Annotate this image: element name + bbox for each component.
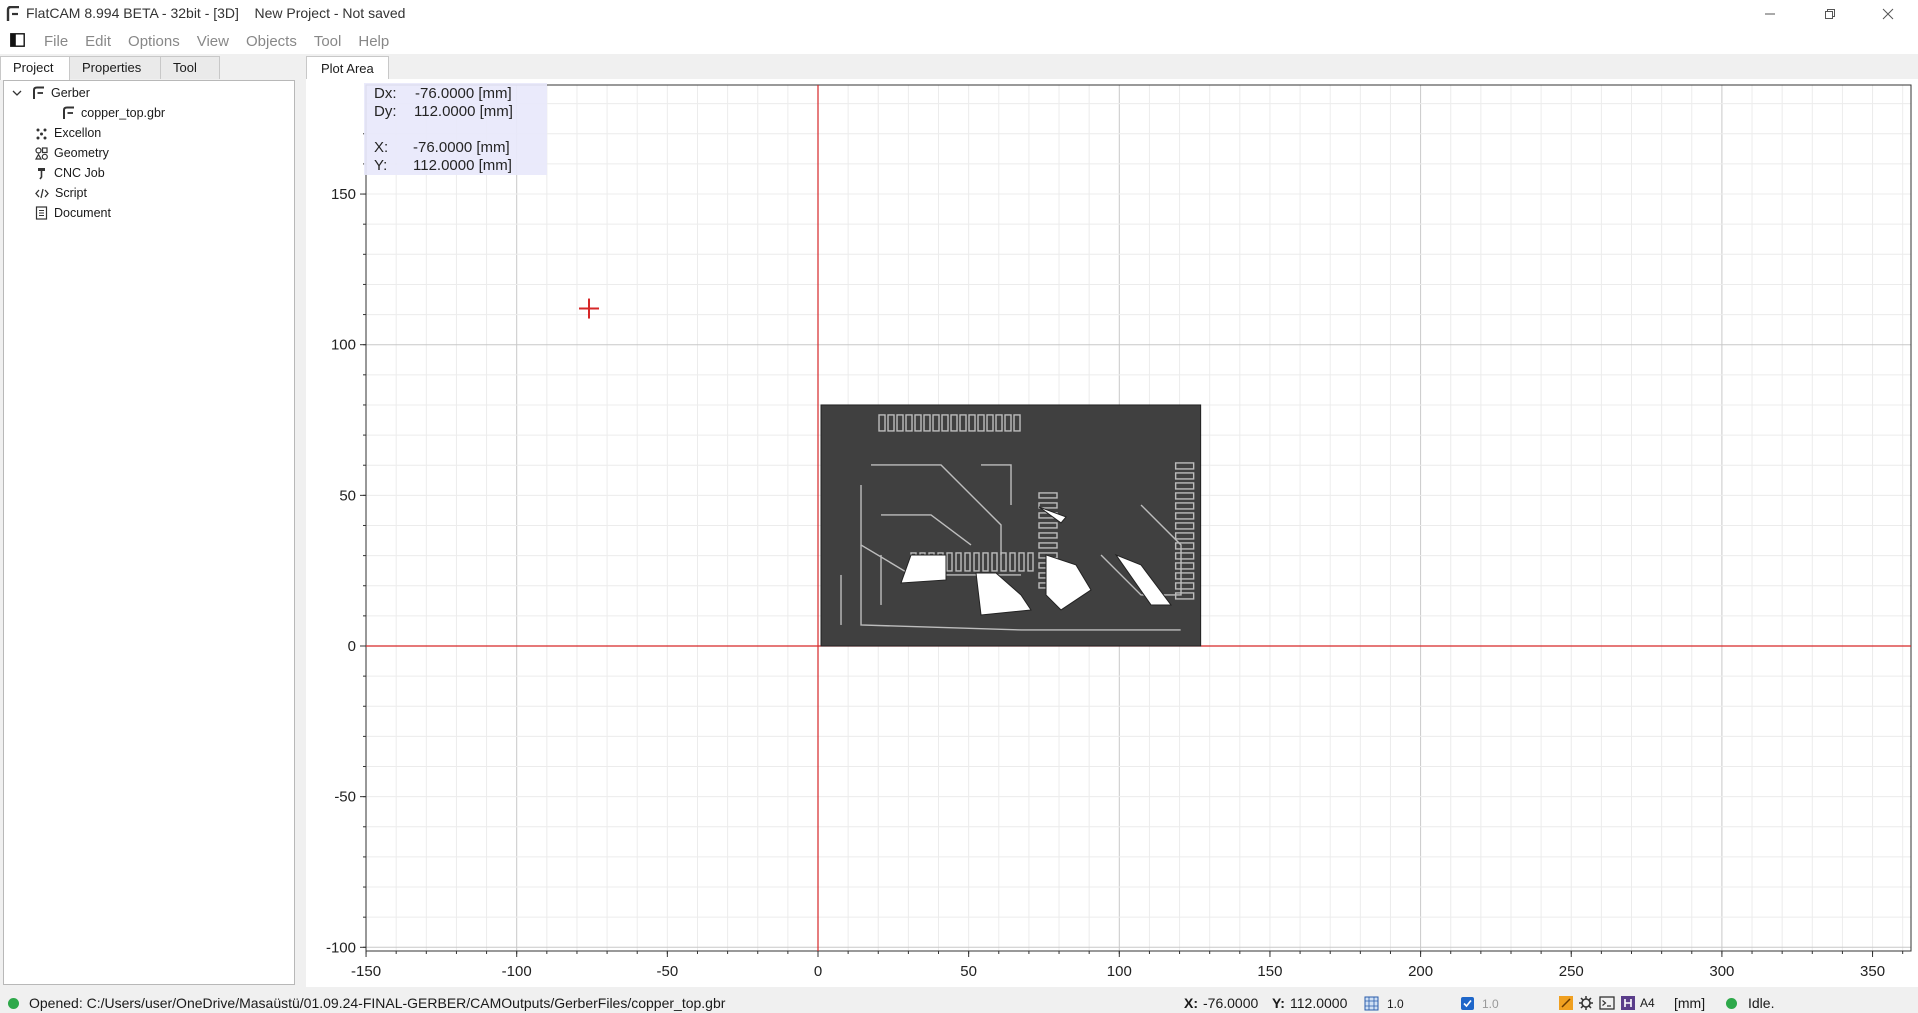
geometry-shapes-icon (35, 146, 48, 160)
tree-label-document: Document (54, 206, 111, 220)
magnet-snap-icon[interactable] (1558, 995, 1574, 1011)
gerber-file-icon (63, 106, 74, 119)
notebook-tabs: Project Properties Tool (0, 56, 220, 80)
chevron-down-icon[interactable] (12, 88, 22, 98)
tab-tool[interactable]: Tool (160, 56, 220, 79)
tab-project[interactable]: Project (0, 56, 70, 80)
tree-item-document[interactable]: Document (35, 204, 111, 222)
document-icon (35, 206, 48, 220)
y-tick-label: 50 (339, 487, 356, 504)
close-icon (1882, 8, 1894, 20)
dx-label: Dx: (374, 85, 397, 102)
menu-bar: File Edit Options View Objects Tool Help (0, 28, 1918, 54)
gear-icon[interactable] (1578, 995, 1594, 1011)
x-tick-label: 250 (1559, 963, 1584, 980)
coordinate-readout: Dx: -76.0000 [mm] Dy: 112.0000 [mm] X: -… (364, 83, 547, 175)
menu-edit[interactable]: Edit (85, 33, 111, 50)
flatcam-logo-icon (6, 6, 19, 21)
paper-size[interactable]: A4 (1640, 996, 1655, 1010)
grid-y-value[interactable]: 1.0 (1482, 997, 1499, 1011)
sidebar-toggle-icon[interactable] (10, 33, 25, 47)
menu-options[interactable]: Options (128, 33, 180, 50)
tab-plot-area[interactable]: Plot Area (306, 56, 389, 80)
tree-item-cnc-job[interactable]: CNC Job (35, 164, 105, 182)
plot-svg[interactable]: -150 -100 -50 0 50 100 150 200 250 300 350 150 100 50… (306, 79, 1918, 987)
x-tick-label: -100 (502, 963, 532, 980)
shell-terminal-icon[interactable] (1599, 995, 1615, 1011)
y-tick-label: 150 (331, 186, 356, 203)
tree-label-gerber: Gerber (51, 86, 90, 100)
status-x-label: X: (1184, 995, 1198, 1011)
y-value: 112.0000 [mm] (413, 157, 512, 174)
x-tick-label: 350 (1860, 963, 1885, 980)
menu-view[interactable]: View (197, 33, 229, 50)
menu-file[interactable]: File (44, 33, 68, 50)
y-tick-label: -100 (326, 939, 356, 956)
tree-item-gerber[interactable]: Gerber (12, 84, 90, 102)
app-state: Idle. (1748, 995, 1775, 1011)
idle-status-icon (1726, 998, 1737, 1009)
grid-snap-icon[interactable] (1364, 996, 1379, 1011)
close-button[interactable] (1864, 0, 1912, 28)
tree-item-script[interactable]: Script (35, 184, 87, 202)
tree-item-copper-top[interactable]: copper_top.gbr (62, 104, 165, 122)
restore-button[interactable] (1806, 0, 1854, 28)
tree-item-geometry[interactable]: Geometry (35, 144, 109, 162)
tree-label-cnc-job: CNC Job (54, 166, 105, 180)
minimize-button[interactable] (1746, 0, 1794, 28)
dx-value: -76.0000 [mm] (415, 85, 512, 102)
tree-label-excellon: Excellon (54, 126, 102, 140)
y-tick-label: 0 (348, 638, 356, 655)
dy-label: Dy: (374, 103, 397, 120)
units-indicator[interactable]: [mm] (1674, 995, 1705, 1011)
restore-icon (1825, 9, 1835, 19)
hud-icon[interactable] (1620, 995, 1636, 1011)
title-bar: FlatCAM 8.994 BETA - 32bit - [3D] New Pr… (0, 0, 1918, 28)
cnc-job-icon (38, 167, 45, 179)
checkbox-checked-icon[interactable] (1460, 996, 1475, 1011)
y-label: Y: (374, 157, 388, 174)
x-value: -76.0000 [mm] (413, 139, 510, 156)
x-tick-label: -50 (657, 963, 679, 980)
status-message: Opened: C:/Users/user/OneDrive/Masaüstü/… (29, 995, 726, 1011)
x-tick-label: 200 (1408, 963, 1433, 980)
x-tick-label: 0 (814, 963, 822, 980)
menu-objects[interactable]: Objects (246, 33, 297, 50)
tree-label-script: Script (55, 186, 87, 200)
status-x-value: -76.0000 (1203, 995, 1259, 1011)
y-tick-label: -50 (334, 789, 356, 806)
project-tree: Gerber copper_top.gbr Excellon Geometry … (3, 80, 295, 985)
window-title: FlatCAM 8.994 BETA - 32bit - [3D] New Pr… (26, 5, 406, 21)
excellon-drill-icon (36, 128, 47, 139)
tab-properties[interactable]: Properties (69, 56, 161, 79)
status-ok-icon (8, 998, 19, 1009)
x-tick-label: 300 (1709, 963, 1734, 980)
status-y-label: Y: (1272, 995, 1285, 1011)
y-tick-label: 100 (331, 337, 356, 354)
plot-canvas[interactable]: -150 -100 -50 0 50 100 150 200 250 300 350 150 100 50… (306, 79, 1918, 987)
status-y-value: 112.0000 (1290, 995, 1348, 1011)
tree-label-copper-top: copper_top.gbr (81, 106, 166, 120)
dy-value: 112.0000 [mm] (414, 103, 513, 120)
x-tick-label: 150 (1257, 963, 1282, 980)
tree-label-geometry: Geometry (54, 146, 109, 160)
x-tick-label: 50 (960, 963, 977, 980)
x-label: X: (374, 139, 389, 156)
minimize-icon (1765, 13, 1775, 15)
menu-tool[interactable]: Tool (314, 33, 342, 50)
status-bar: Opened: C:/Users/user/OneDrive/Masaüstü/… (0, 994, 1918, 1013)
tree-item-excellon[interactable]: Excellon (35, 124, 101, 142)
code-script-icon (35, 188, 49, 198)
x-tick-label: -150 (351, 963, 381, 980)
grid-x-value[interactable]: 1.0 (1387, 997, 1404, 1011)
gerber-icon (33, 86, 44, 99)
x-tick-label: 100 (1107, 963, 1132, 980)
menu-help[interactable]: Help (358, 33, 389, 50)
